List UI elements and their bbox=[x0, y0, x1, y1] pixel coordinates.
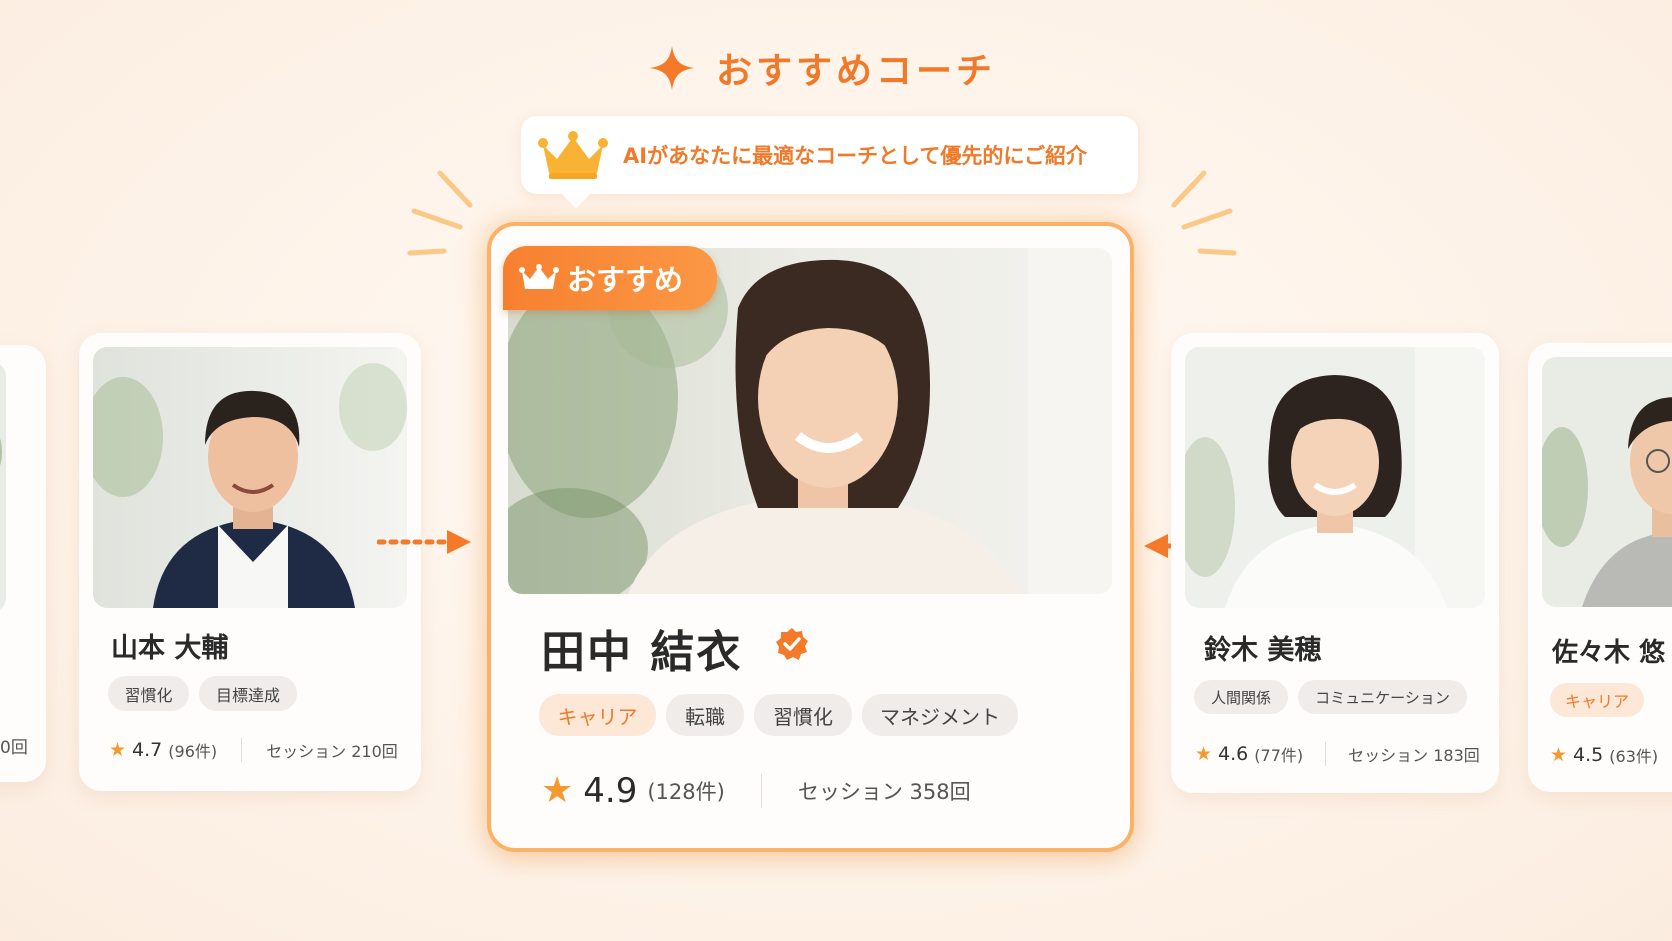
coach-tags: 人間関係 コミュニケーション bbox=[1194, 680, 1467, 714]
coach-name: 佐々木 悠 bbox=[1552, 638, 1666, 668]
rating-value: 4.7 bbox=[132, 739, 163, 761]
tag[interactable]: 習慣化 bbox=[108, 676, 189, 711]
review-count: (128件) bbox=[647, 779, 725, 804]
coach-photo bbox=[93, 347, 407, 608]
callout-text: AIがあなたに最適なコーチとして優先的にご紹介 bbox=[623, 144, 1088, 168]
tag-career[interactable]: キャリア bbox=[1550, 683, 1644, 717]
review-count: (77件) bbox=[1254, 746, 1304, 765]
tag[interactable]: 目標達成 bbox=[199, 676, 297, 711]
tag[interactable]: 習慣化 bbox=[754, 694, 852, 736]
star-icon: ★ bbox=[541, 770, 574, 811]
coach-recommendation-screen: おすすめコーチ AIがあなたに最適なコーチとして優先的にご紹介 0回 山本 大輔… bbox=[0, 0, 1672, 941]
featured-coach-stats: ★ 4.9 (128件) セッション 358回 bbox=[541, 770, 971, 811]
coach-name: 鈴木 美穂 bbox=[1204, 635, 1322, 666]
featured-coach-name: 田中 結衣 bbox=[541, 627, 743, 678]
rating-value: 4.9 bbox=[583, 770, 638, 811]
review-count: (96件) bbox=[168, 742, 218, 761]
coach-card-yamamoto[interactable]: 山本 大輔 習慣化 目標達成 ★ 4.7 (96件) セッション 210回 bbox=[79, 333, 421, 791]
sessions-count: セッション 210回 bbox=[266, 742, 398, 761]
section-title: おすすめコーチ bbox=[716, 51, 997, 92]
tag-career[interactable]: キャリア bbox=[539, 694, 656, 736]
featured-coach-tags: キャリア 転職 習慣化 マネジメント bbox=[539, 694, 1018, 736]
coach-card-partial-left[interactable]: 0回 bbox=[0, 345, 46, 782]
tag[interactable]: コミュニケーション bbox=[1298, 680, 1467, 714]
coach-photo bbox=[1185, 347, 1485, 608]
tag[interactable]: 転職 bbox=[666, 694, 744, 736]
coach-tags: 習慣化 目標達成 bbox=[108, 676, 297, 711]
sessions-count: セッション 183回 bbox=[1348, 746, 1480, 765]
featured-coach-card[interactable]: 田中 結衣 キャリア 転職 習慣化 マネジメント ★ 4.9 (128件) セッ… bbox=[487, 222, 1134, 852]
coach-photo bbox=[1542, 357, 1672, 607]
rating-value: 4.6 bbox=[1218, 743, 1249, 765]
recommended-badge: おすすめ bbox=[503, 246, 717, 310]
divider bbox=[241, 738, 243, 762]
sessions-count: セッション 358回 bbox=[797, 779, 971, 804]
coach-name: 山本 大輔 bbox=[111, 633, 229, 664]
coach-stats: ★ 4.6 (77件) セッション 183回 bbox=[1195, 742, 1480, 766]
star-icon: ★ bbox=[109, 739, 127, 761]
highlight-rays-right-icon bbox=[1171, 170, 1237, 256]
coach-stats: 0回 bbox=[0, 733, 28, 758]
star-icon: ★ bbox=[1550, 744, 1568, 766]
rating-value: 4.5 bbox=[1573, 744, 1604, 766]
tag[interactable]: マネジメント bbox=[862, 694, 1018, 736]
sessions-count: 0回 bbox=[0, 738, 28, 758]
divider bbox=[760, 773, 762, 808]
sparkle-icon bbox=[650, 46, 694, 90]
coach-card-sasaki[interactable]: 佐々木 悠 キャリア ★ 4.5 (63件) bbox=[1528, 343, 1672, 792]
crown-icon bbox=[538, 131, 608, 179]
coach-photo bbox=[0, 362, 6, 612]
highlight-rays-left-icon bbox=[407, 170, 473, 256]
coach-card-suzuki[interactable]: 鈴木 美穂 人間関係 コミュニケーション ★ 4.6 (77件) セッション 1… bbox=[1171, 333, 1499, 793]
arrow-right-icon bbox=[377, 530, 471, 554]
verified-icon bbox=[776, 628, 808, 660]
crown-icon bbox=[519, 264, 559, 289]
tag[interactable]: 人間関係 bbox=[1194, 680, 1288, 714]
section-header: おすすめコーチ bbox=[650, 40, 996, 96]
coach-stats: ★ 4.5 (63件) bbox=[1550, 743, 1658, 767]
star-icon: ★ bbox=[1195, 743, 1213, 765]
ai-recommendation-callout: AIがあなたに最適なコーチとして優先的にご紹介 bbox=[521, 116, 1138, 209]
coach-tags: キャリア bbox=[1550, 683, 1644, 717]
divider bbox=[1325, 742, 1327, 766]
coach-stats: ★ 4.7 (96件) セッション 210回 bbox=[109, 738, 398, 762]
review-count: (63件) bbox=[1609, 747, 1659, 766]
badge-label: おすすめ bbox=[567, 263, 684, 297]
